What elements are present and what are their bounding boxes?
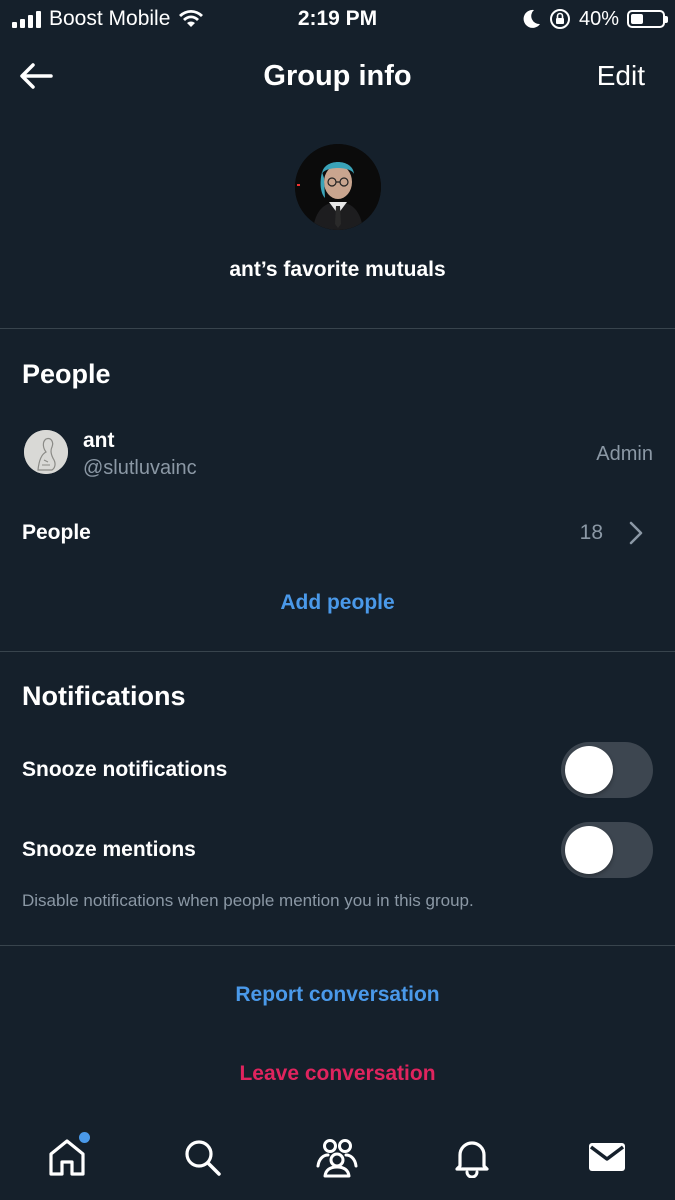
people-count: 18: [579, 521, 603, 544]
battery-fill: [631, 14, 643, 24]
notifications-section-title: Notifications: [22, 681, 186, 711]
snooze-mentions-label: Snooze mentions: [22, 838, 196, 861]
battery-icon: [627, 10, 668, 28]
people-list-row[interactable]: People 18: [0, 510, 675, 556]
status-right: 40%: [523, 6, 668, 32]
group-name: ant’s favorite mutuals: [229, 258, 446, 281]
snooze-mentions-toggle[interactable]: [561, 822, 653, 878]
divider: [0, 328, 675, 329]
tab-bar: [0, 1118, 675, 1200]
edit-button[interactable]: Edit: [597, 40, 645, 112]
divider: [0, 651, 675, 652]
snooze-mentions-row: Snooze mentions: [0, 822, 675, 878]
status-bar: Boost Mobile 2:19 PM 40%: [0, 0, 675, 38]
tab-search[interactable]: [177, 1132, 227, 1182]
battery-percent: 40%: [578, 7, 619, 30]
people-row-label: People: [22, 521, 91, 544]
group-avatar-image: [295, 144, 381, 230]
search-icon: [185, 1140, 221, 1176]
member-avatar: [24, 430, 68, 474]
member-name: ant: [83, 429, 115, 452]
tab-notifications[interactable]: [447, 1132, 497, 1182]
mail-icon: [589, 1143, 625, 1171]
communities-icon: [316, 1139, 358, 1178]
leave-conversation-button[interactable]: Leave conversation: [0, 1058, 675, 1090]
tab-messages[interactable]: [582, 1132, 632, 1182]
toggle-knob: [565, 826, 613, 874]
header: Group info Edit: [0, 40, 675, 112]
report-conversation-button[interactable]: Report conversation: [0, 979, 675, 1011]
home-badge-dot: [79, 1132, 90, 1143]
member-role-badge: Admin: [596, 443, 653, 465]
member-handle: @slutluvainc: [83, 457, 197, 479]
rotation-lock-icon: [549, 9, 570, 29]
member-avatar-image: [24, 430, 68, 474]
add-people-button[interactable]: Add people: [0, 587, 675, 619]
toggle-knob: [565, 746, 613, 794]
snooze-notifications-toggle[interactable]: [561, 742, 653, 798]
chevron-right-icon: [629, 521, 643, 545]
people-section-title: People: [22, 359, 111, 389]
moon-icon: [523, 9, 540, 28]
snooze-notifications-label: Snooze notifications: [22, 758, 228, 781]
bell-icon: [455, 1141, 489, 1178]
divider: [0, 945, 675, 946]
tab-communities[interactable]: [312, 1132, 362, 1182]
mentions-hint-text: Disable notifications when people mentio…: [22, 891, 474, 910]
member-row[interactable]: ant @slutluvainc Admin: [0, 420, 675, 488]
page-title: Group info: [263, 60, 412, 92]
group-avatar[interactable]: [295, 144, 381, 230]
tab-home[interactable]: [42, 1132, 92, 1182]
snooze-notifications-row: Snooze notifications: [0, 742, 675, 798]
